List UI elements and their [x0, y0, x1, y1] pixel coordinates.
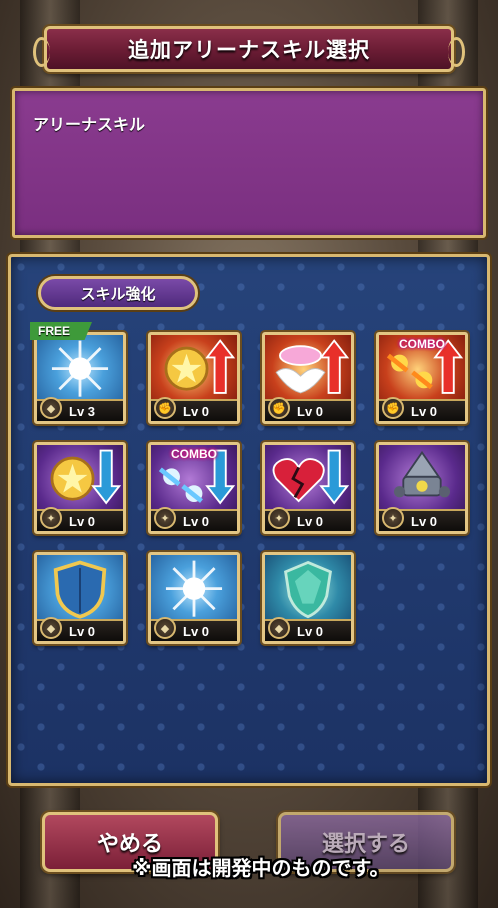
- level-text: Lv 0: [183, 514, 210, 529]
- level-text: Lv 0: [297, 624, 324, 639]
- level-text: Lv 0: [297, 404, 324, 419]
- sparkle-icon: ✦: [154, 507, 176, 529]
- sparkle-icon: ✦: [40, 507, 62, 529]
- level-text: Lv 0: [297, 514, 324, 529]
- arm-icon: ✊: [382, 397, 404, 419]
- skill-tile-star-medal-down[interactable]: ✦ Lv 0: [34, 442, 126, 534]
- description-title: アリーナスキル: [33, 115, 146, 134]
- skill-tile-light-burst-2[interactable]: ◆ Lv 0: [148, 552, 240, 644]
- shield-icon: ◆: [154, 617, 176, 639]
- skill-tile-broken-heart-down[interactable]: ✦ Lv 0: [262, 442, 354, 534]
- tab-label: スキル強化: [80, 284, 156, 303]
- shield-icon: ◆: [268, 617, 290, 639]
- level-text: Lv 0: [411, 404, 438, 419]
- skill-tile-shield[interactable]: ◆ Lv 0: [34, 552, 126, 644]
- level-text: Lv 0: [411, 514, 438, 529]
- skill-tile-wing-swirl-up[interactable]: ✊ Lv 0: [262, 332, 354, 424]
- title-bar: 追加アリーナスキル選択: [33, 26, 465, 72]
- sparkle-icon: ✦: [382, 507, 404, 529]
- development-notice: ※画面は開発中のものです。: [132, 856, 390, 880]
- level-text: Lv 0: [183, 624, 210, 639]
- combo-tag: COMBO: [171, 447, 217, 461]
- combo-tag: COMBO: [399, 337, 445, 351]
- skill-tile-combo-fire-up[interactable]: COMBO ✊ Lv 0: [376, 332, 468, 424]
- level-text: Lv 0: [183, 404, 210, 419]
- arm-icon: ✊: [268, 397, 290, 419]
- skill-tile-emerald-shield[interactable]: ◆ Lv 0: [262, 552, 354, 644]
- shield-icon: ◆: [40, 617, 62, 639]
- skill-tile-combo-ice-down[interactable]: COMBO ✦ Lv 0: [148, 442, 240, 534]
- free-tag: FREE: [30, 322, 92, 340]
- level-text: Lv 3: [69, 404, 96, 419]
- page-title: 追加アリーナスキル選択: [128, 38, 370, 62]
- sparkle-icon: ✦: [268, 507, 290, 529]
- tab-skill-upgrade[interactable]: スキル強化: [38, 276, 198, 310]
- level-text: Lv 0: [69, 514, 96, 529]
- skill-tile-light-burst[interactable]: ◆ Lv 3: [34, 332, 126, 424]
- arm-icon: ✊: [154, 397, 176, 419]
- level-text: Lv 0: [69, 624, 96, 639]
- skill-tile-mecha-drone[interactable]: ✦ Lv 0: [376, 442, 468, 534]
- description-panel: アリーナスキル: [12, 88, 486, 238]
- shield-icon: ◆: [40, 397, 62, 419]
- skill-tile-star-medal-up[interactable]: ✊ Lv 0: [148, 332, 240, 424]
